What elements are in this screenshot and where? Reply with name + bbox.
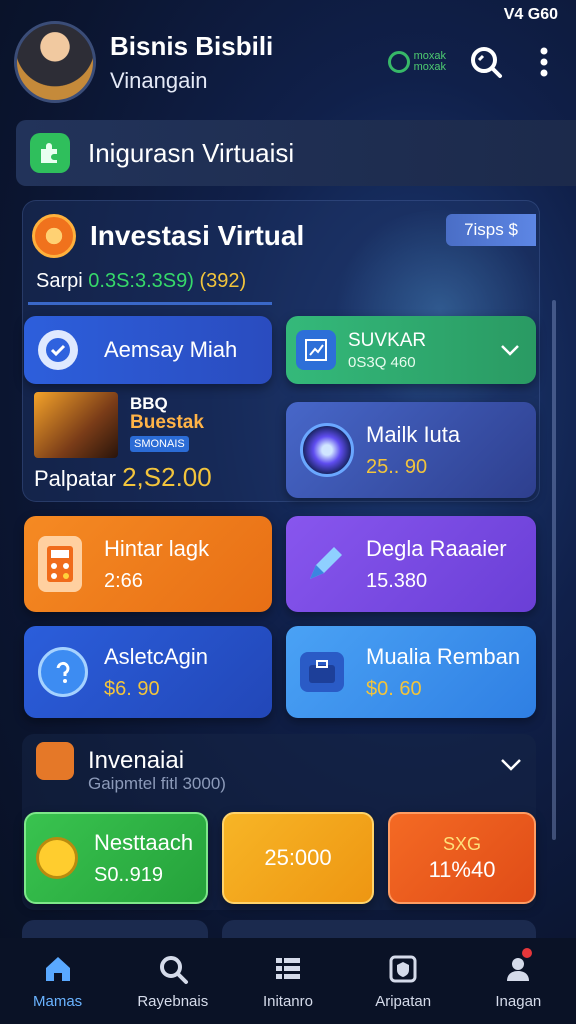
card-label: Mualia Remban [366,643,521,669]
scrollbar[interactable] [552,300,556,840]
header-actions: moxak moxak [387,44,562,80]
orb-icon [300,423,354,477]
investment-title: Invenaiai [88,747,185,774]
chevron-down-icon[interactable] [500,758,522,772]
nav-label: Mamas [33,992,83,1010]
tile-value: S0..919 [94,863,163,886]
panel-tag[interactable]: 7isps $ [446,214,536,246]
briefcase-icon [300,652,344,692]
card-aemsay[interactable]: Aemsay Miah [24,316,272,384]
card-value: $6. 90 [104,677,160,700]
calculator-icon [38,536,82,592]
card-label: Hintar lagk [104,535,210,561]
card-label: Aemsay Miah [104,337,238,362]
chart-box-icon [296,330,336,370]
more-menu-button[interactable] [526,44,562,80]
card-value: 2:66 [104,569,143,592]
nav-label: Initanro [262,992,313,1010]
balance-value: 0.3S:3.3S9) [88,270,194,292]
balance-label: Sarpi [36,270,83,292]
camera-bag-icon [36,742,74,780]
card-label: Mailk Iuta [366,421,461,447]
card-mailk[interactable]: Mailk Iuta 25.. 90 [286,402,536,498]
home-icon [45,956,70,981]
promo-tag: BBQ [130,394,168,413]
chat-bubble-icon [38,647,88,697]
card-value: 0S3Q 460 [348,353,416,371]
user-name: Bisnis Bisbili [110,30,274,61]
tile-label: SXG [442,833,481,854]
brand-text: moxak [413,61,446,73]
nav-item-home[interactable]: Mamas [3,953,113,1010]
search-icon [471,47,502,78]
card-asletc[interactable]: AsletcAgin $6. 90 [24,626,272,718]
list-icon [275,957,300,979]
tile-value: 25:000 [264,845,332,870]
next-row-peek [22,920,536,940]
pen-tool-icon [300,539,350,589]
card-mualia[interactable]: Mualia Remban $0. 60 [286,626,536,718]
nav-label: Aripatan [375,992,432,1010]
investment-subtitle: Gaipmtel fitl 3000) [88,774,226,793]
more-vertical-icon [540,47,548,77]
brand-logo: moxak moxak [387,51,446,73]
card-hintar[interactable]: Hintar lagk 2:66 [24,516,272,612]
nav-label: Rayebnais [137,992,209,1010]
promo-title: Buestak [130,412,204,433]
nav-label: Inagan [495,992,542,1010]
promo-label: Palpatar [34,466,116,491]
invest-tile-sxg[interactable]: SXG 11%40 [388,812,536,904]
card-suvkar[interactable]: SUVKAR 0S3Q 460 [286,316,536,384]
card-label: AsletcAgin [104,643,208,669]
check-circle-icon [38,330,78,370]
invest-tile-center[interactable]: 25:000 [222,812,374,904]
balance-extra: (392) [199,270,247,292]
header: Bisnis Bisbili Vinangain moxak moxak [14,14,562,110]
card-value: $0. 60 [366,677,422,700]
section-title: Inigurasn Virtuaisi [88,137,295,168]
panel-header: Investasi Virtual [32,214,304,258]
promo-image [34,392,118,458]
invest-tile-nesttaach[interactable]: Nesttaach S0..919 [24,812,208,904]
promo-badge: SMONAIS [130,436,189,452]
coins-icon [36,837,78,879]
coin-icon [32,214,76,258]
brand-ring-icon [387,51,410,73]
user-info: Bisnis Bisbili Vinangain [110,31,273,94]
panel-title: Investasi Virtual [90,220,305,251]
tile-value: 11%40 [428,856,496,882]
nav-item-profile[interactable]: Inagan [463,953,573,1010]
user-subtitle: Vinangain [110,67,208,93]
card-value: 15.380 [366,569,428,592]
promo-card[interactable]: BBQ Buestak SMONAIS Palpatar 2,S2.00 [34,392,274,492]
promo-value: 2,S2.00 [122,462,212,492]
nav-item-search[interactable]: Rayebnais [118,953,228,1010]
search-icon [159,955,188,984]
avatar[interactable] [14,21,96,103]
chevron-down-icon [501,345,519,356]
promo-amount: Palpatar 2,S2.00 [34,462,212,493]
notification-dot [522,948,532,958]
card-value: 25.. 90 [366,455,428,478]
divider [28,302,272,305]
card-label: Degla Raaaier [366,535,507,561]
balance-row: Sarpi 0.3S:3.3S9) (392) [36,270,246,293]
search-button[interactable] [468,44,504,80]
tile-label: Nesttaach [94,829,194,855]
card-degla[interactable]: Degla Raaaier 15.380 [286,516,536,612]
section-header[interactable]: Inigurasn Virtuaisi [16,120,576,186]
nav-item-list[interactable]: Initanro [233,953,343,1010]
bottom-nav: Mamas Rayebnais Initanro Aripatan Inagan [0,938,576,1024]
nav-item-shield[interactable]: Aripatan [348,953,458,1010]
puzzle-icon [30,133,70,173]
shield-icon [389,955,417,982]
